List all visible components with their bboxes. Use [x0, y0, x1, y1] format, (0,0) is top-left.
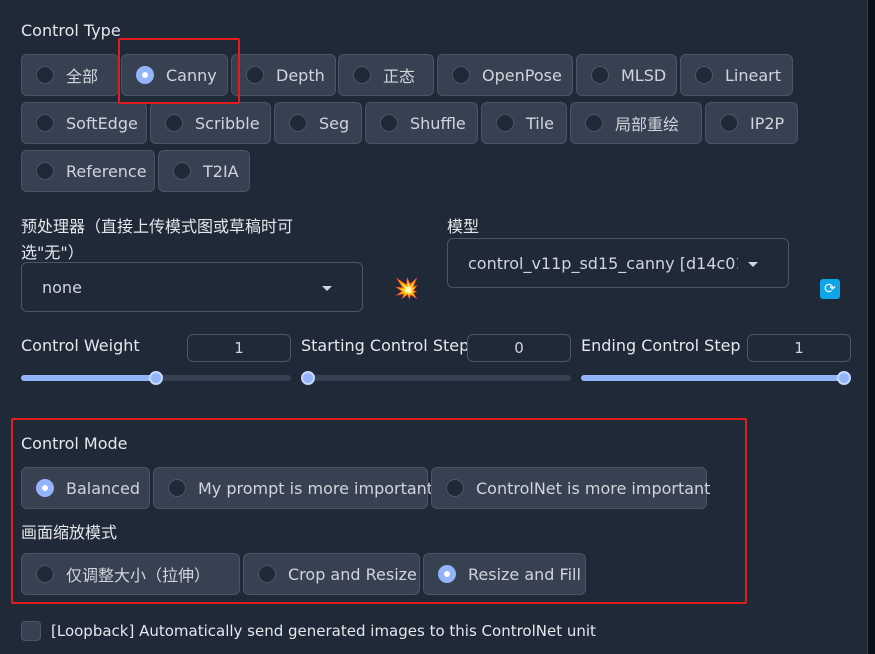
- radio-icon: [720, 114, 738, 132]
- radio-checked-icon: [36, 479, 54, 497]
- control-type-option[interactable]: Tile: [481, 102, 567, 144]
- radio-icon: [591, 66, 609, 84]
- control-type-option[interactable]: 正态: [338, 54, 434, 96]
- control-type-option[interactable]: IP2P: [705, 102, 798, 144]
- radio-icon: [446, 479, 464, 497]
- resize-mode-option[interactable]: 仅调整大小（拉伸）: [21, 553, 240, 595]
- radio-icon: [36, 162, 54, 180]
- starting-step-label: Starting Control Step: [301, 336, 470, 355]
- control-type-option[interactable]: Depth: [231, 54, 336, 96]
- preprocessor-label-line2: 选"无"）: [21, 243, 84, 262]
- controlnet-panel: Control Type 全部 Canny Depth 正态 OpenPose …: [0, 0, 868, 654]
- control-type-option[interactable]: Lineart: [680, 54, 793, 96]
- radio-icon: [289, 114, 307, 132]
- chevron-down-icon: [748, 262, 758, 267]
- control-mode-option[interactable]: ControlNet is more important: [431, 467, 710, 509]
- radio-icon: [380, 114, 398, 132]
- burst-icon[interactable]: 💥: [394, 278, 419, 298]
- ending-step-input[interactable]: 1: [747, 334, 851, 362]
- preprocessor-dropdown[interactable]: none: [21, 262, 363, 312]
- resize-mode-option-resize-and-fill[interactable]: Resize and Fill: [423, 553, 586, 595]
- radio-icon: [173, 162, 191, 180]
- radio-icon: [695, 66, 713, 84]
- model-label: 模型: [447, 217, 480, 236]
- resize-mode-label: 画面缩放模式: [21, 523, 118, 542]
- slider-fill: [21, 375, 157, 381]
- loopback-checkbox[interactable]: [21, 621, 41, 641]
- radio-icon: [165, 114, 183, 132]
- control-weight-input[interactable]: 1: [187, 334, 291, 362]
- control-mode-label: Control Mode: [21, 434, 128, 453]
- page-edge: [868, 0, 875, 654]
- slider-thumb[interactable]: [837, 371, 851, 385]
- control-mode-option[interactable]: My prompt is more important: [153, 467, 433, 509]
- control-weight-label: Control Weight: [21, 336, 140, 355]
- radio-icon: [36, 66, 54, 84]
- control-type-option[interactable]: SoftEdge: [21, 102, 147, 144]
- resize-mode-option[interactable]: Crop and Resize: [243, 553, 420, 595]
- ending-step-slider[interactable]: [581, 371, 851, 385]
- control-type-option-canny[interactable]: Canny: [121, 54, 228, 96]
- radio-icon: [353, 66, 371, 84]
- control-type-option[interactable]: Seg: [274, 102, 362, 144]
- control-type-label: Control Type: [21, 21, 121, 40]
- radio-icon: [585, 114, 603, 132]
- control-type-option[interactable]: 全部: [21, 54, 119, 96]
- control-type-option[interactable]: OpenPose: [437, 54, 573, 96]
- control-type-option[interactable]: T2IA: [158, 150, 250, 192]
- slider-thumb[interactable]: [149, 371, 163, 385]
- control-type-option[interactable]: MLSD: [576, 54, 677, 96]
- radio-checked-icon: [136, 66, 154, 84]
- radio-checked-icon: [438, 565, 456, 583]
- chevron-down-icon: [322, 286, 332, 291]
- control-type-option[interactable]: Shuffle: [365, 102, 478, 144]
- control-mode-option-balanced[interactable]: Balanced: [21, 467, 150, 509]
- radio-icon: [168, 479, 186, 497]
- control-type-option[interactable]: Scribble: [150, 102, 271, 144]
- starting-step-slider[interactable]: [301, 371, 571, 385]
- slider-fill: [581, 375, 851, 381]
- radio-icon: [452, 66, 470, 84]
- slider-thumb[interactable]: [301, 371, 315, 385]
- radio-icon: [36, 114, 54, 132]
- control-type-option[interactable]: Reference: [21, 150, 155, 192]
- radio-icon: [246, 66, 264, 84]
- loopback-label: [Loopback] Automatically send generated …: [51, 622, 596, 640]
- ending-step-label: Ending Control Step: [581, 336, 741, 355]
- control-type-option[interactable]: 局部重绘: [570, 102, 702, 144]
- model-dropdown[interactable]: control_v11p_sd15_canny [d14c016b: [447, 238, 789, 288]
- starting-step-input[interactable]: 0: [467, 334, 571, 362]
- refresh-icon[interactable]: ⟳: [820, 279, 840, 299]
- radio-icon: [258, 565, 276, 583]
- radio-icon: [36, 565, 54, 583]
- radio-icon: [496, 114, 514, 132]
- preprocessor-label: 预处理器（直接上传模式图或草稿时可: [21, 217, 294, 236]
- control-weight-slider[interactable]: [21, 371, 291, 385]
